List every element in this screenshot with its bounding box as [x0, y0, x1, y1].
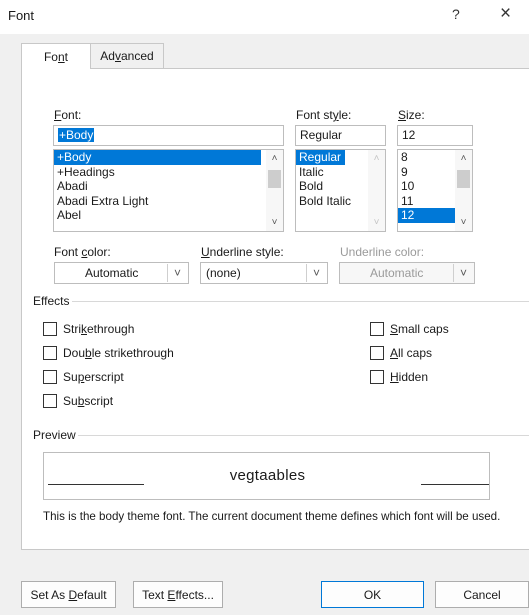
- help-button[interactable]: ?: [452, 6, 460, 22]
- underline-color-value: Automatic: [370, 266, 424, 280]
- scroll-thumb[interactable]: [457, 170, 470, 188]
- subscript-checkbox[interactable]: [43, 394, 57, 408]
- cancel-button[interactable]: Cancel: [435, 581, 529, 608]
- underline-style-label: Underline style:: [201, 245, 284, 259]
- font-color-dropdown[interactable]: Automatic ˅: [54, 262, 189, 284]
- superscript-label: Superscript: [63, 370, 124, 384]
- font-style-scrollbar: ˄ ˅: [368, 150, 385, 231]
- tab-advanced[interactable]: Advanced: [90, 43, 164, 68]
- preview-divider: [78, 435, 529, 436]
- all-caps-label: All caps: [390, 346, 433, 360]
- preview-sample-text: vegtaables: [229, 467, 306, 484]
- font-listbox[interactable]: +Body +Headings Abadi Abadi Extra Light …: [53, 149, 284, 232]
- chevron-down-icon: ˅: [373, 217, 380, 228]
- list-item[interactable]: 12: [398, 208, 455, 223]
- underline-color-dropdown: Automatic ˅: [339, 262, 475, 284]
- underline-color-label: Underline color:: [340, 245, 425, 259]
- font-color-label: Font color:: [54, 245, 111, 259]
- underline-style-dropdown[interactable]: (none) ˅: [200, 262, 328, 284]
- chevron-down-icon: ˅: [453, 264, 473, 282]
- preview-baseline-right: [421, 484, 489, 485]
- ok-button[interactable]: OK: [321, 581, 424, 608]
- underline-style-value: (none): [206, 266, 241, 280]
- list-item[interactable]: Regular: [296, 150, 345, 165]
- font-style-input[interactable]: Regular: [295, 125, 386, 146]
- set-as-default-button[interactable]: Set As Default: [21, 581, 116, 608]
- chevron-down-icon[interactable]: ˅: [455, 214, 472, 231]
- font-style-listbox[interactable]: Regular Italic Bold Bold Italic ˄ ˅: [295, 149, 386, 232]
- preview-baseline-left: [48, 484, 144, 485]
- strikethrough-label: Strikethrough: [63, 322, 135, 336]
- set-as-default-label: Set As Default: [30, 587, 107, 602]
- superscript-checkbox[interactable]: [43, 370, 57, 384]
- text-effects-button[interactable]: Text Effects...: [133, 581, 223, 608]
- size-label: Size:: [398, 108, 425, 122]
- chevron-up-icon[interactable]: ˄: [266, 150, 283, 167]
- list-item[interactable]: Abadi Extra Light: [54, 194, 283, 209]
- tab-font[interactable]: Font: [21, 43, 91, 69]
- double-strikethrough-label: Double strikethrough: [63, 346, 174, 360]
- dialog-title: Font: [8, 8, 35, 23]
- scroll-thumb[interactable]: [268, 170, 281, 188]
- preview-description: This is the body theme font. The current…: [43, 510, 501, 523]
- hidden-label: Hidden: [390, 370, 429, 384]
- strikethrough-checkbox[interactable]: [43, 322, 57, 336]
- list-item[interactable]: Abel: [54, 208, 283, 223]
- size-input[interactable]: 12: [397, 125, 473, 146]
- font-color-value: Automatic: [85, 266, 139, 280]
- close-button[interactable]: ×: [500, 3, 511, 25]
- chevron-down-icon[interactable]: ˅: [306, 264, 326, 282]
- chevron-down-icon[interactable]: ˅: [167, 264, 187, 282]
- double-strikethrough-checkbox[interactable]: [43, 346, 57, 360]
- all-caps-checkbox[interactable]: [370, 346, 384, 360]
- effects-divider: [72, 301, 529, 302]
- list-item[interactable]: Abadi: [54, 179, 283, 194]
- list-item[interactable]: +Body: [54, 150, 261, 165]
- tab-advanced-label: Advanced: [100, 49, 154, 63]
- font-scrollbar[interactable]: ˄ ˅: [266, 150, 283, 231]
- chevron-down-icon[interactable]: ˅: [266, 214, 283, 231]
- small-caps-checkbox[interactable]: [370, 322, 384, 336]
- preview-box: vegtaables: [43, 452, 490, 500]
- chevron-up-icon: ˄: [373, 153, 380, 164]
- font-name-input[interactable]: +Body: [53, 125, 284, 146]
- tab-font-label: Font: [43, 49, 69, 64]
- text-effects-label: Text Effects...: [142, 587, 214, 602]
- font-label: Font:: [54, 108, 82, 122]
- size-scrollbar[interactable]: ˄ ˅: [455, 150, 472, 231]
- preview-heading: Preview: [33, 428, 76, 442]
- size-listbox[interactable]: 8 9 10 11 12 ˄ ˅: [397, 149, 473, 232]
- chevron-up-icon[interactable]: ˄: [455, 150, 472, 167]
- list-item[interactable]: +Headings: [54, 165, 283, 180]
- effects-heading: Effects: [33, 294, 70, 308]
- small-caps-label: Small caps: [390, 322, 449, 336]
- title-bar: [0, 0, 529, 34]
- font-style-label: Font style:: [296, 108, 352, 122]
- subscript-label: Subscript: [63, 394, 114, 408]
- hidden-checkbox[interactable]: [370, 370, 384, 384]
